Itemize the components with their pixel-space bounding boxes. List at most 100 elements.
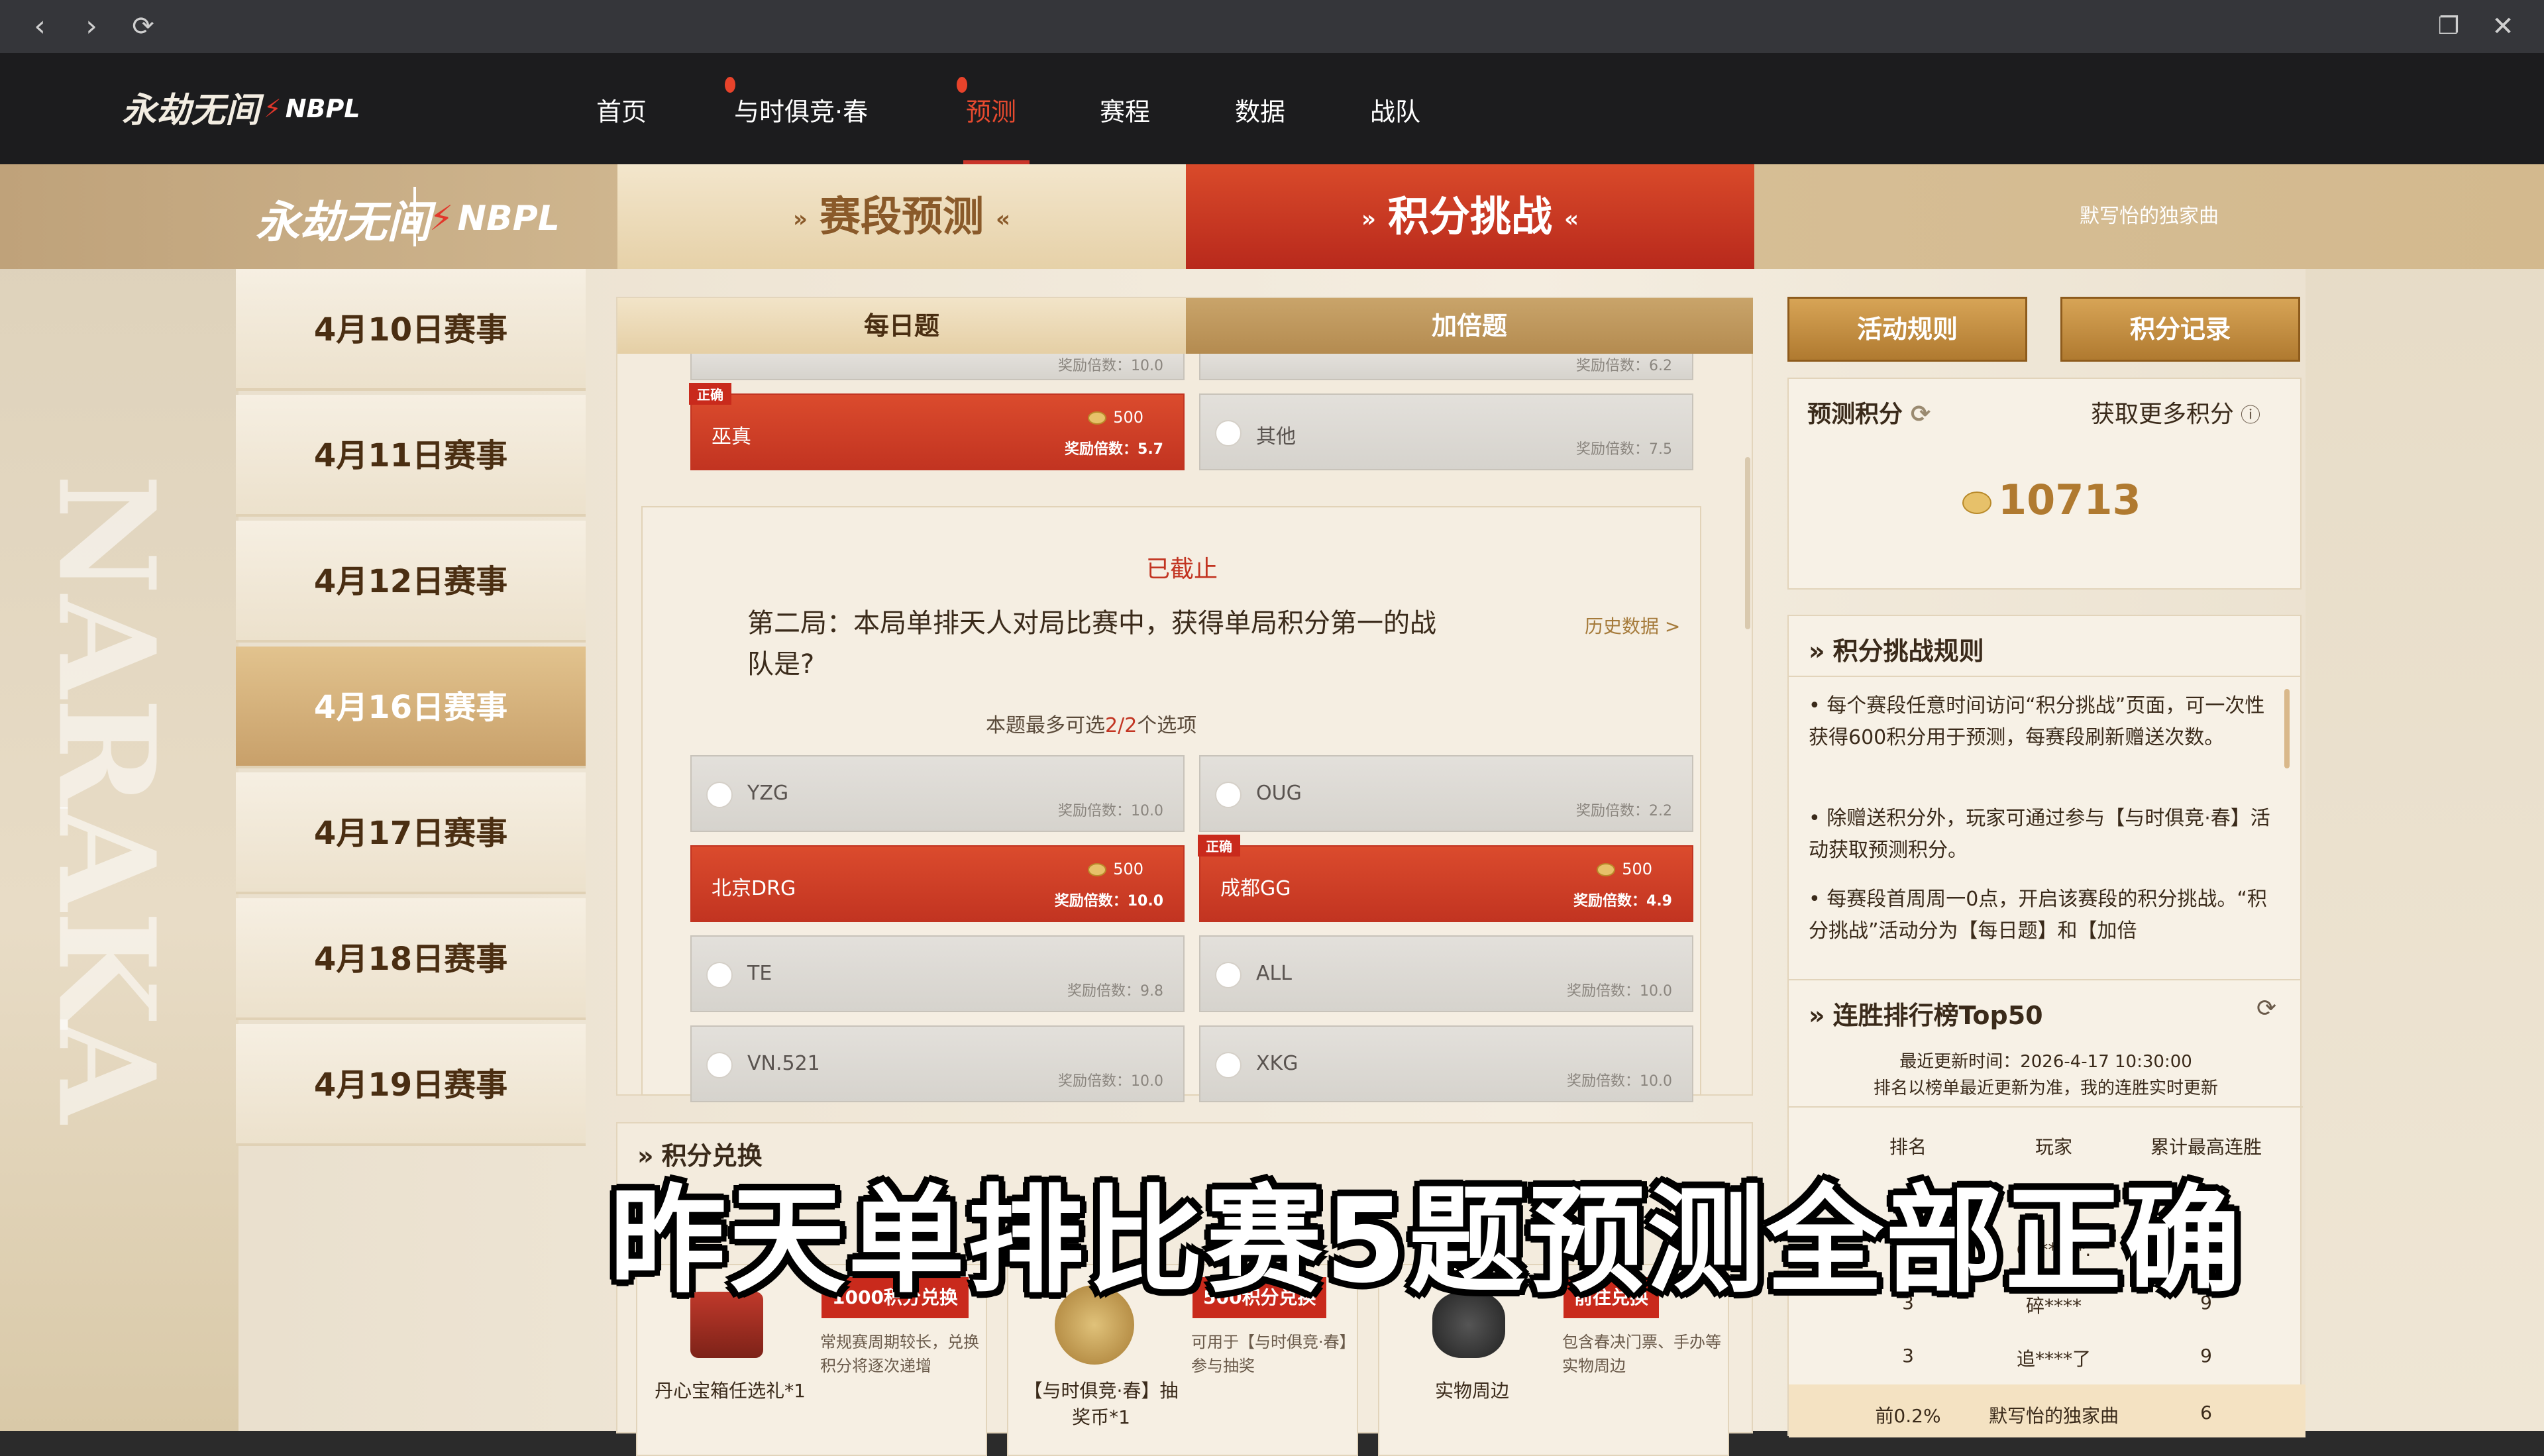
notification-dot — [725, 77, 735, 93]
hint-prefix: 本题最多可选 — [986, 714, 1105, 737]
date-item-active[interactable]: 4月16日赛事 — [236, 647, 586, 768]
exchange-desc: 可用于【与时俱竞·春】参与抽奖 — [1191, 1333, 1348, 1375]
coins-value: 500 — [1113, 860, 1143, 878]
option-odds: 奖励倍数：9.8 — [1067, 983, 1163, 1000]
tab-score-challenge[interactable]: » 积分挑战 « — [1186, 164, 1754, 269]
radio-circle — [1215, 782, 1242, 808]
nav-teams[interactable]: 战队 — [1370, 91, 1420, 129]
option-name: 其他 — [1256, 425, 1296, 448]
coins-value: 500 — [1622, 860, 1652, 878]
nav-prediction[interactable]: 预测 — [957, 77, 1030, 164]
bolt-icon: ⚡ — [264, 94, 282, 123]
radio-circle — [1215, 962, 1242, 988]
option-coins: 500 — [1597, 860, 1652, 878]
hint-count: 2/2 — [1105, 714, 1138, 737]
refresh-icon[interactable]: ⟳ — [2256, 995, 2276, 1022]
rules-title-text: 积分挑战规则 — [1832, 637, 1984, 666]
option-odds: 奖励倍数：10.0 — [1567, 1073, 1672, 1090]
option-name: 巫真 — [712, 425, 751, 448]
divider — [1789, 1106, 2303, 1108]
option-odds: 奖励倍数：5.7 — [1065, 441, 1163, 458]
video-caption: 昨天单排比赛5题预测全部正确 — [610, 1173, 2244, 1309]
date-item[interactable]: 4月18日赛事 — [236, 898, 586, 1020]
scrollbar[interactable] — [1745, 457, 1750, 629]
status-label: 已截止 — [1146, 556, 1218, 583]
option-selected[interactable]: 正确 巫真 500 奖励倍数：5.7 — [689, 383, 1185, 470]
leaderboard-title-text: 连胜排行榜Top50 — [1832, 1001, 2043, 1030]
nav-home[interactable]: 首页 — [596, 91, 647, 129]
option-partial: 奖励倍数：6.2 — [1199, 354, 1693, 380]
coin-icon — [1088, 411, 1107, 425]
event-nbpl-logo: ⚡ NBPL — [429, 199, 560, 238]
option[interactable]: 其他 奖励倍数：7.5 — [1199, 393, 1693, 470]
tab-double[interactable]: 加倍题 — [1186, 298, 1753, 354]
option-coins: 500 — [1088, 860, 1143, 878]
option-name: XKG — [1256, 1052, 1298, 1075]
date-item[interactable]: 4月10日赛事 — [236, 269, 586, 391]
refresh-icon[interactable]: ⟳ — [1911, 401, 1931, 428]
divider — [1789, 676, 2302, 677]
exchange-item-name: 【与时俱竞·春】抽奖币*1 — [1024, 1380, 1179, 1428]
history-data-link[interactable]: 历史数据 > — [1585, 612, 1680, 639]
option-odds: 奖励倍数：7.5 — [1576, 441, 1672, 458]
option-odds: 奖励倍数：10.0 — [1567, 983, 1672, 1000]
points-label-text: 预测积分 — [1807, 401, 1903, 428]
option[interactable]: VN.521 奖励倍数：10.0 — [690, 1025, 1185, 1102]
chevron-right-icon: » — [1361, 205, 1376, 233]
reload-icon[interactable]: ⟳ — [126, 9, 160, 44]
tab-segment-label: 赛段预测 — [819, 192, 984, 240]
option-odds: 奖励倍数：10.0 — [1054, 893, 1163, 910]
player-cell: 追****了 — [2016, 1348, 2091, 1370]
option-odds: 奖励倍数：10.0 — [1058, 358, 1163, 374]
date-item[interactable]: 4月19日赛事 — [236, 1024, 586, 1146]
date-item[interactable]: 4月12日赛事 — [236, 521, 586, 643]
option-odds: 奖励倍数：10.0 — [1058, 1073, 1163, 1090]
rule-item: • 每赛段首周周一0点，开启该赛段的积分挑战。“积分挑战”活动分为【每日题】和【… — [1809, 888, 2267, 943]
option[interactable]: OUG 奖励倍数：2.2 — [1199, 755, 1693, 832]
activity-rules-button[interactable]: 活动规则 — [1787, 297, 2027, 362]
option[interactable]: TE 奖励倍数：9.8 — [690, 935, 1185, 1012]
watermark-left: NARAKA — [28, 474, 184, 1123]
nav-schedule[interactable]: 赛程 — [1100, 91, 1150, 129]
option-selected[interactable]: 正确 成都GG 500 奖励倍数：4.9 — [1198, 835, 1693, 922]
chevron-left-icon: « — [996, 205, 1010, 233]
bolt-icon: ⚡ — [429, 199, 454, 238]
restore-window-icon[interactable]: ❐ — [2431, 9, 2466, 44]
close-icon[interactable]: ✕ — [2486, 9, 2520, 44]
nav-spring-event[interactable]: 与时俱竞·春 — [725, 77, 868, 129]
option-odds: 奖励倍数：4.9 — [1573, 893, 1672, 910]
radio-circle — [706, 962, 733, 988]
scrollbar[interactable] — [2284, 689, 2290, 768]
back-icon[interactable]: ‹ — [23, 9, 57, 44]
option-odds: 奖励倍数：6.2 — [1576, 358, 1672, 374]
rank-cell: 3 — [1902, 1345, 1914, 1367]
tab-daily[interactable]: 每日题 — [617, 298, 1186, 354]
date-item[interactable]: 4月17日赛事 — [236, 772, 586, 894]
leaderboard-title: » 连胜排行榜Top50 — [1809, 995, 2043, 1031]
option-name: 北京DRG — [712, 877, 796, 900]
option[interactable]: XKG 奖励倍数：10.0 — [1199, 1025, 1693, 1102]
option-name: YZG — [747, 782, 789, 805]
points-record-button[interactable]: 积分记录 — [2060, 297, 2300, 362]
tab-score-label: 积分挑战 — [1387, 192, 1552, 240]
rank-cell: 前0.2% — [1875, 1405, 1941, 1427]
help-icon[interactable]: ⓘ — [2241, 404, 2260, 427]
more-points-link[interactable]: 获取更多积分 ⓘ — [2091, 395, 2260, 429]
nav-data[interactable]: 数据 — [1235, 91, 1285, 129]
date-item[interactable]: 4月11日赛事 — [236, 395, 586, 517]
option-selected[interactable]: 北京DRG 500 奖励倍数：10.0 — [690, 845, 1185, 922]
option[interactable]: ALL 奖励倍数：10.0 — [1199, 935, 1693, 1012]
watermark-right: NBPL 2026 — [2529, 338, 2544, 1180]
forward-icon[interactable]: › — [74, 9, 109, 44]
nbpl-logo[interactable]: ⚡ NBPL — [264, 94, 360, 123]
nav-prediction-label: 预测 — [966, 97, 1017, 127]
option[interactable]: YZG 奖励倍数：10.0 — [690, 755, 1185, 832]
tab-segment-prediction[interactable]: » 赛段预测 « — [617, 164, 1186, 269]
option-name: TE — [747, 962, 772, 985]
event-nbpl-text: NBPL — [457, 199, 560, 238]
hint-suffix: 个选项 — [1137, 714, 1197, 737]
game-logo[interactable]: 永劫无间 — [122, 82, 260, 132]
double-chevron-icon: » — [1809, 1001, 1825, 1030]
notification-dot — [957, 77, 967, 93]
chevron-left-icon: « — [1564, 205, 1579, 233]
